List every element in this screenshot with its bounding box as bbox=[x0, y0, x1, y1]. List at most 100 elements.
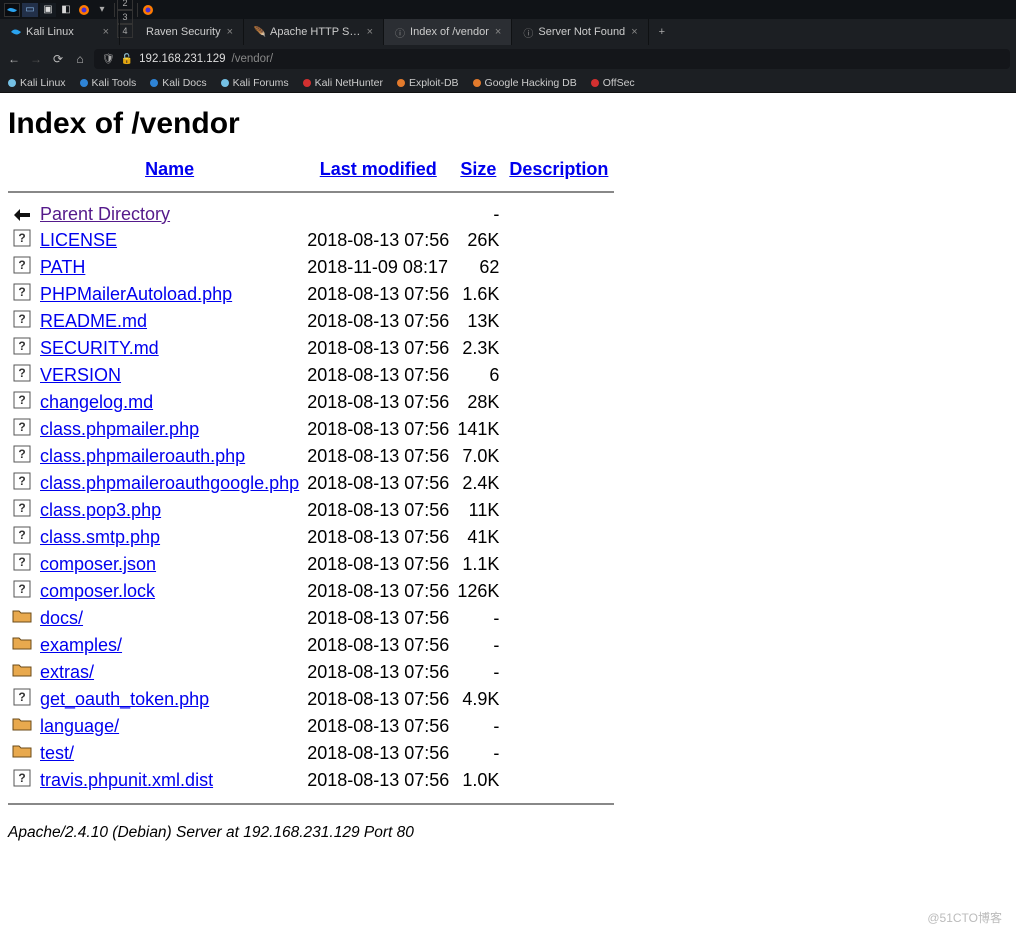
new-tab-button[interactable]: + bbox=[649, 19, 675, 45]
bookmark-item[interactable]: Exploit-DB bbox=[397, 77, 459, 89]
close-icon[interactable]: × bbox=[227, 26, 233, 38]
size-value: 11K bbox=[453, 497, 503, 524]
file-icon: ? bbox=[12, 690, 32, 710]
file-link[interactable]: LICENSE bbox=[40, 230, 117, 250]
file-icon: ? bbox=[12, 582, 32, 602]
table-row: examples/2018-08-13 07:56- bbox=[8, 632, 614, 659]
browser-tab[interactable]: Kali Linux× bbox=[0, 19, 120, 45]
table-row: ?class.phpmaileroauthgoogle.php2018-08-1… bbox=[8, 470, 614, 497]
file-link[interactable]: class.smtp.php bbox=[40, 527, 160, 547]
file-icon: ? bbox=[12, 339, 32, 359]
bookmark-item[interactable]: Kali Linux bbox=[8, 77, 66, 89]
file-link[interactable]: composer.lock bbox=[40, 581, 155, 601]
close-icon[interactable]: × bbox=[495, 26, 501, 38]
close-icon[interactable]: × bbox=[631, 26, 637, 38]
browser-tab[interactable]: ⓘServer Not Found× bbox=[512, 19, 648, 45]
browser-nav-bar: ← → ⟳ ⌂ 🛡 🔓 192.168.231.129/vendor/ bbox=[0, 45, 1016, 73]
file-link[interactable]: class.pop3.php bbox=[40, 500, 161, 520]
files-icon[interactable]: ▭ bbox=[22, 3, 38, 17]
browser-tab-bar: Kali Linux×Raven Security×🪶Apache HTTP S… bbox=[0, 19, 1016, 45]
browser-tab[interactable]: Raven Security× bbox=[120, 19, 244, 45]
file-link[interactable]: get_oauth_token.php bbox=[40, 689, 209, 709]
browser-tab[interactable]: 🪶Apache HTTP Server Vers× bbox=[244, 19, 384, 45]
modified-value: 2018-08-13 07:56 bbox=[303, 551, 453, 578]
bookmark-item[interactable]: Google Hacking DB bbox=[473, 77, 577, 89]
size-value: 26K bbox=[453, 227, 503, 254]
bookmark-label: Kali Linux bbox=[20, 77, 66, 89]
bookmark-label: OffSec bbox=[603, 77, 635, 89]
file-link[interactable]: VERSION bbox=[40, 365, 121, 385]
modified-value: 2018-08-13 07:56 bbox=[303, 470, 453, 497]
shield-icon: 🛡 bbox=[102, 54, 115, 65]
terminal-icon[interactable]: ▣ bbox=[40, 3, 56, 17]
app-icon[interactable]: ◧ bbox=[58, 3, 74, 17]
file-link[interactable]: travis.phpunit.xml.dist bbox=[40, 770, 213, 790]
table-row: ?SECURITY.md2018-08-13 07:562.3K bbox=[8, 335, 614, 362]
dropdown-icon[interactable]: ▾ bbox=[94, 3, 110, 17]
sort-modified-link[interactable]: Last modified bbox=[320, 159, 437, 179]
modified-value: 2018-11-09 08:17 bbox=[303, 254, 453, 281]
firefox-icon[interactable] bbox=[76, 3, 92, 17]
sort-name-link[interactable]: Name bbox=[145, 159, 194, 179]
svg-text:?: ? bbox=[18, 771, 25, 785]
folder-icon bbox=[12, 636, 32, 656]
watermark: @51CTO博客 bbox=[927, 909, 1002, 926]
bookmark-item[interactable]: Kali NetHunter bbox=[303, 77, 383, 89]
file-link[interactable]: docs/ bbox=[40, 608, 83, 628]
parent-directory-link[interactable]: Parent Directory bbox=[40, 204, 170, 224]
file-link[interactable]: PATH bbox=[40, 257, 85, 277]
bookmark-label: Kali NetHunter bbox=[315, 77, 383, 89]
file-link[interactable]: class.phpmailer.php bbox=[40, 419, 199, 439]
lock-icon: 🔓 bbox=[121, 54, 133, 65]
bookmark-icon bbox=[591, 79, 599, 87]
file-link[interactable]: composer.json bbox=[40, 554, 156, 574]
size-value: 1.1K bbox=[453, 551, 503, 578]
modified-value: 2018-08-13 07:56 bbox=[303, 281, 453, 308]
modified-value: 2018-08-13 07:56 bbox=[303, 443, 453, 470]
table-row: ?class.pop3.php2018-08-13 07:5611K bbox=[8, 497, 614, 524]
bookmark-item[interactable]: Kali Tools bbox=[80, 77, 137, 89]
reload-button[interactable]: ⟳ bbox=[50, 52, 66, 66]
table-row: ?travis.phpunit.xml.dist2018-08-13 07:56… bbox=[8, 767, 614, 794]
file-link[interactable]: class.phpmaileroauth.php bbox=[40, 446, 245, 466]
header-rule bbox=[8, 191, 614, 193]
modified-value: 2018-08-13 07:56 bbox=[303, 686, 453, 713]
firefox-task-icon[interactable] bbox=[140, 3, 156, 17]
size-value: 4.9K bbox=[453, 686, 503, 713]
url-bar[interactable]: 🛡 🔓 192.168.231.129/vendor/ bbox=[94, 49, 1010, 69]
bookmark-item[interactable]: OffSec bbox=[591, 77, 635, 89]
file-link[interactable]: changelog.md bbox=[40, 392, 153, 412]
svg-text:?: ? bbox=[18, 555, 25, 569]
tab-label: Index of /vendor bbox=[410, 26, 489, 38]
close-icon[interactable]: × bbox=[367, 26, 373, 38]
table-row: ?class.smtp.php2018-08-13 07:5641K bbox=[8, 524, 614, 551]
size-value: 2.3K bbox=[453, 335, 503, 362]
close-icon[interactable]: × bbox=[103, 26, 109, 38]
browser-tab[interactable]: ⓘIndex of /vendor× bbox=[384, 19, 512, 45]
file-link[interactable]: PHPMailerAutoload.php bbox=[40, 284, 232, 304]
workspace-2[interactable]: 2 bbox=[117, 0, 133, 10]
file-link[interactable]: SECURITY.md bbox=[40, 338, 159, 358]
kali-menu-icon[interactable] bbox=[4, 3, 20, 17]
modified-value: 2018-08-13 07:56 bbox=[303, 605, 453, 632]
size-value: 126K bbox=[453, 578, 503, 605]
home-button[interactable]: ⌂ bbox=[72, 52, 88, 66]
forward-button[interactable]: → bbox=[28, 52, 44, 66]
file-link[interactable]: language/ bbox=[40, 716, 119, 736]
table-row: ? get_oauth_token.php 2018-08-13 07:564.9K bbox=[8, 686, 614, 713]
sort-size-link[interactable]: Size bbox=[460, 159, 496, 179]
svg-text:?: ? bbox=[18, 501, 25, 515]
file-link[interactable]: examples/ bbox=[40, 635, 122, 655]
file-link[interactable]: extras/ bbox=[40, 662, 94, 682]
back-button[interactable]: ← bbox=[6, 52, 22, 66]
svg-text:?: ? bbox=[18, 258, 25, 272]
file-icon: ? bbox=[12, 285, 32, 305]
bookmark-item[interactable]: Kali Docs bbox=[150, 77, 206, 89]
sort-description-link[interactable]: Description bbox=[509, 159, 608, 179]
bookmark-item[interactable]: Kali Forums bbox=[221, 77, 289, 89]
size-value: - bbox=[453, 659, 503, 686]
bookmark-icon bbox=[150, 79, 158, 87]
file-link[interactable]: test/ bbox=[40, 743, 74, 763]
file-link[interactable]: class.phpmaileroauthgoogle.php bbox=[40, 473, 299, 493]
file-link[interactable]: README.md bbox=[40, 311, 147, 331]
